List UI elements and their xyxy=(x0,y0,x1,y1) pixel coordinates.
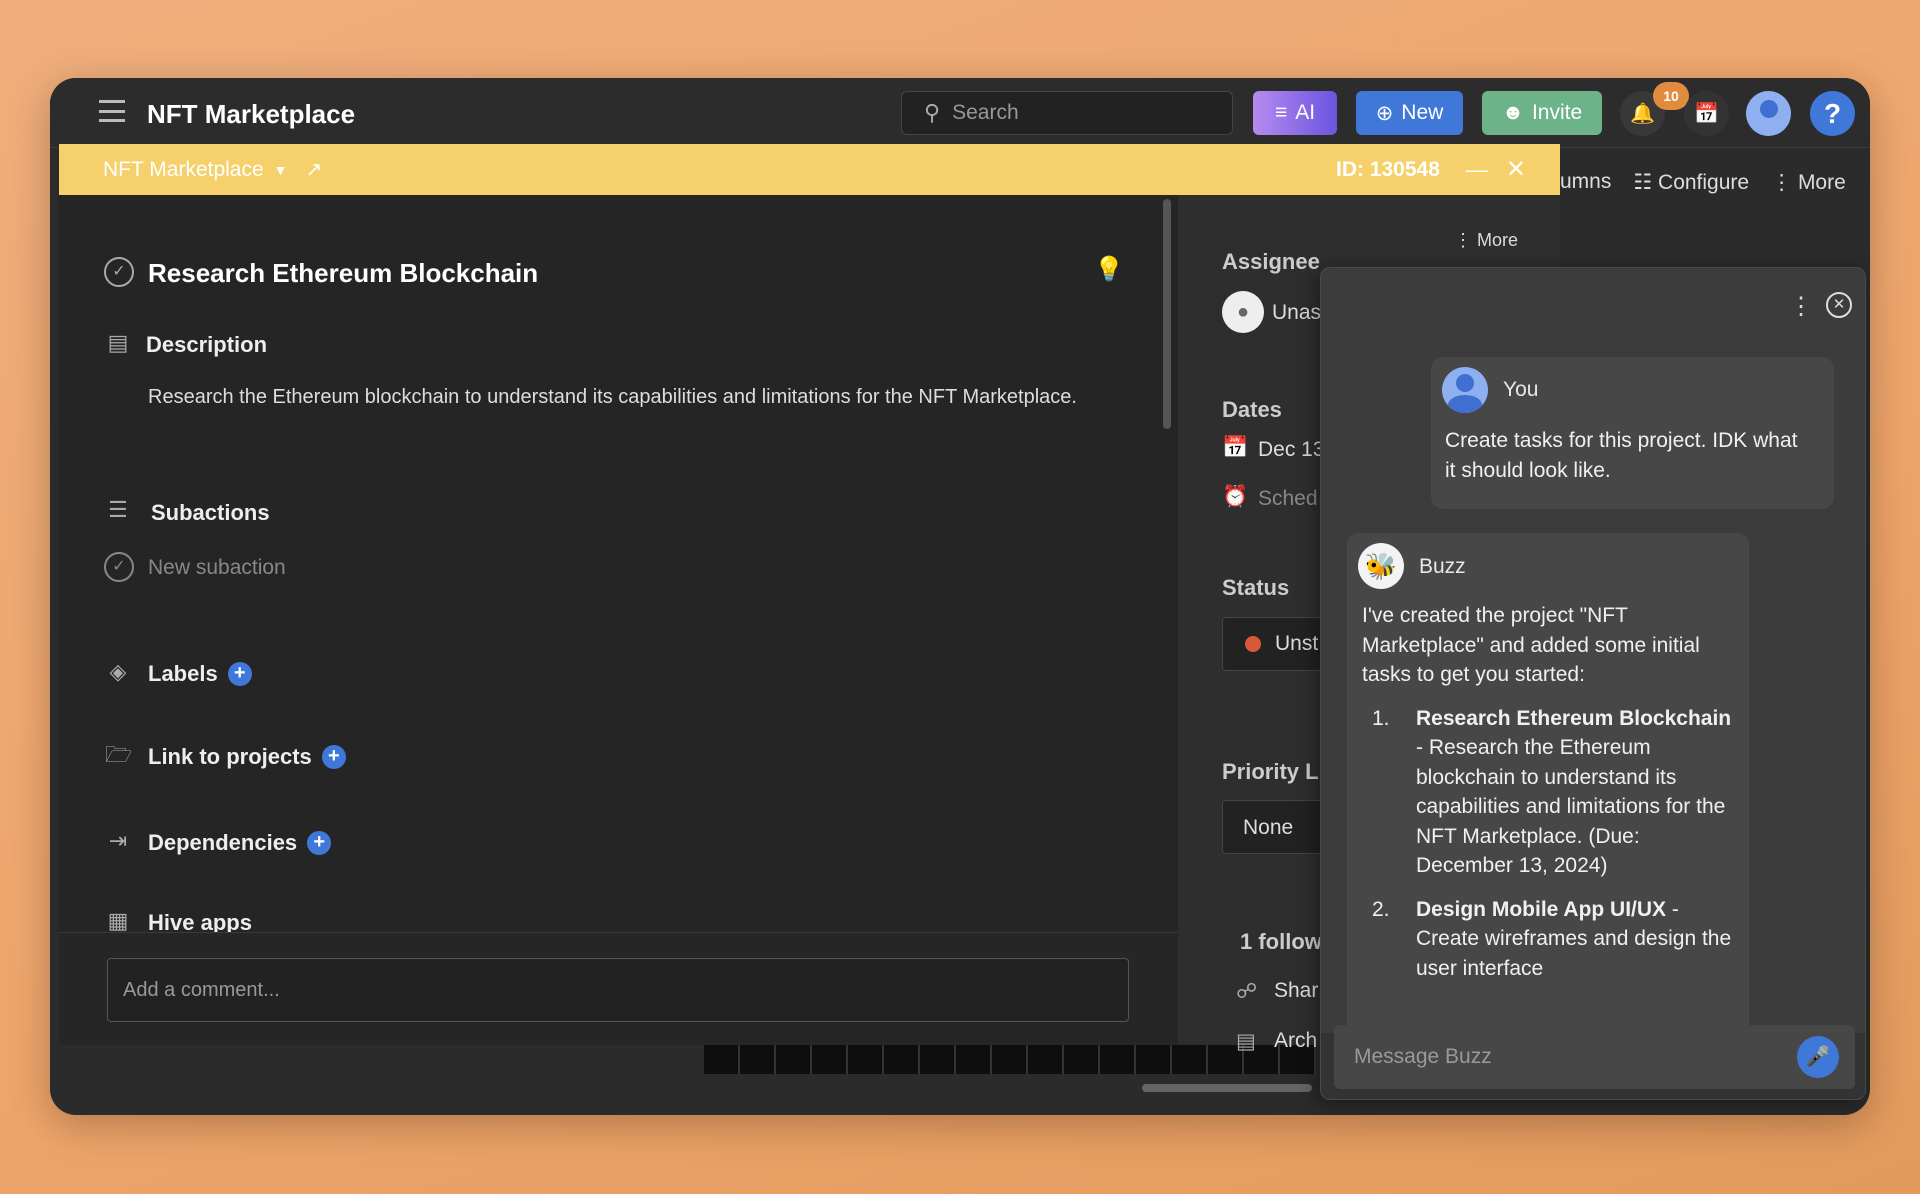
buzz-intro: I've created the project "NFT Marketplac… xyxy=(1362,604,1700,686)
complete-checkbox-icon[interactable]: ✓ xyxy=(104,257,134,287)
ai-button[interactable]: ≡ AI xyxy=(1253,91,1337,135)
buzz-name: Buzz xyxy=(1419,555,1466,578)
status-heading: Status xyxy=(1222,575,1290,600)
dates-heading: Dates xyxy=(1222,397,1282,422)
help-button[interactable]: ? xyxy=(1810,91,1855,136)
plus-circle-icon: ⊕ xyxy=(1375,101,1394,125)
task-title[interactable]: Research Ethereum Blockchain xyxy=(148,258,538,289)
app-title: NFT Marketplace xyxy=(147,99,356,129)
share-icon: ☍ xyxy=(1236,980,1258,1003)
share-button[interactable]: Shar xyxy=(1274,979,1318,1003)
tag-icon: ◈ xyxy=(109,659,127,684)
horizontal-scrollbar[interactable] xyxy=(1142,1084,1312,1092)
external-link-icon[interactable]: ↗ xyxy=(306,157,323,182)
new-button[interactable]: ⊕ New xyxy=(1356,91,1463,135)
subaction-check-icon: ✓ xyxy=(104,552,134,582)
vertical-scrollbar[interactable] xyxy=(1163,199,1171,429)
notification-badge: 10 xyxy=(1653,82,1689,110)
configure-button[interactable]: ☷ Configure xyxy=(1633,170,1749,195)
close-button[interactable]: ✕ xyxy=(1506,155,1526,184)
description-text[interactable]: Research the Ethereum blockchain to unde… xyxy=(148,382,1108,412)
labels-row[interactable]: Labels + xyxy=(148,661,252,687)
dependencies-row[interactable]: Dependencies + xyxy=(148,830,332,856)
top-bar: NFT Marketplace ⚲ Search ≡ AI ⊕ New ☻ Invit… xyxy=(50,78,1870,148)
archive-button[interactable]: Arch xyxy=(1274,1029,1317,1053)
caret-down-icon: ▼ xyxy=(273,161,288,178)
hive-apps-heading: Hive apps xyxy=(148,910,252,932)
assignee-avatar[interactable]: ● xyxy=(1222,291,1264,333)
due-date[interactable]: Dec 13 xyxy=(1258,438,1325,462)
app-window: NFT Marketplace ⚲ Search ≡ AI ⊕ New ☻ Invit… xyxy=(50,78,1870,1115)
description-icon: ▤ xyxy=(107,330,129,355)
new-subaction-input[interactable]: New subaction xyxy=(148,556,286,580)
buzz-message: 🐝 Buzz I've created the project "NFT Mar… xyxy=(1347,533,1749,1033)
more-button[interactable]: ⋮ More xyxy=(1771,170,1846,195)
hamburger-menu-icon[interactable] xyxy=(99,100,125,122)
columns-button[interactable]: umns xyxy=(1560,170,1611,195)
task-header-bar: NFT Marketplace ▼ ↗ ID: 130548 — ✕ xyxy=(59,144,1560,195)
buzz-avatar: 🐝 xyxy=(1358,543,1404,589)
minimize-button[interactable]: — xyxy=(1466,157,1488,183)
calendar-button[interactable]: 📅 xyxy=(1684,91,1729,136)
background-timeline xyxy=(704,1045,1316,1074)
add-project-link-button[interactable]: + xyxy=(321,745,346,769)
task-id: ID: 130548 xyxy=(1335,157,1440,181)
background-toolbar: umns ☷ Configure ⋮ More xyxy=(1560,170,1846,195)
followers-count[interactable]: 1 follow xyxy=(1240,929,1322,955)
sidebar-more-button[interactable]: ⋮ More xyxy=(1454,230,1518,251)
user-name: You xyxy=(1503,378,1539,401)
task-list: 1. Research Ethereum Blockchain - Researc… xyxy=(1362,704,1737,984)
task-details: ✓ Research Ethereum Blockchain 💡 ▤ Descr… xyxy=(59,195,1178,1045)
link-projects-row[interactable]: Link to projects + xyxy=(148,744,346,770)
add-label-button[interactable]: + xyxy=(227,662,252,686)
chat-options-icon[interactable]: ⋮ xyxy=(1789,292,1813,321)
bell-icon: 🔔 xyxy=(1630,103,1655,125)
buzz-message-body: I've created the project "NFT Marketplac… xyxy=(1362,601,1737,997)
apps-grid-icon: ▦ xyxy=(107,908,129,933)
buzz-chat-panel: ⋮ ✕ You Create tasks for this project. I… xyxy=(1320,267,1866,1100)
calendar-icon: 📅 xyxy=(1222,436,1249,459)
search-icon: ⚲ xyxy=(924,100,941,125)
folder-icon: 🗁 xyxy=(105,742,133,767)
sliders-icon: ☷ xyxy=(1633,171,1659,194)
search-input[interactable]: ⚲ Search xyxy=(901,91,1233,135)
chat-close-button[interactable]: ✕ xyxy=(1826,292,1852,318)
user-message: You Create tasks for this project. IDK w… xyxy=(1431,357,1834,509)
dependency-icon: ⇥ xyxy=(108,828,128,853)
project-dropdown[interactable]: NFT Marketplace ▼ xyxy=(103,158,288,182)
description-heading: Description xyxy=(146,332,268,357)
comment-input[interactable]: Add a comment... xyxy=(107,958,1129,1022)
comment-area: Add a comment... xyxy=(59,932,1178,1045)
archive-icon: ▤ xyxy=(1236,1030,1256,1053)
add-user-icon: ☻ xyxy=(1501,101,1524,124)
alarm-icon: ⏰ xyxy=(1222,485,1249,508)
subactions-heading: Subactions xyxy=(151,500,270,525)
microphone-button[interactable]: 🎤 xyxy=(1797,1036,1839,1078)
task-list-item: 1. Research Ethereum Blockchain - Researc… xyxy=(1372,706,1732,878)
assignee-value[interactable]: Unas xyxy=(1272,301,1321,325)
microphone-icon: 🎤 xyxy=(1805,1046,1831,1068)
add-dependency-button[interactable]: + xyxy=(307,831,332,855)
user-avatar[interactable] xyxy=(1746,91,1791,136)
user-message-text: Create tasks for this project. IDK what … xyxy=(1445,429,1798,482)
priority-heading: Priority L xyxy=(1222,759,1319,784)
task-list-item: 2. Design Mobile App UI/UX - Create wiref… xyxy=(1372,897,1732,980)
user-message-avatar xyxy=(1442,367,1488,413)
status-dot xyxy=(1245,636,1261,652)
calendar-icon: 📅 xyxy=(1694,103,1719,125)
message-input[interactable]: Message Buzz xyxy=(1334,1025,1855,1089)
ai-icon: ≡ xyxy=(1274,101,1288,124)
list-icon: ☰ xyxy=(108,497,128,522)
invite-button[interactable]: ☻ Invite xyxy=(1482,91,1602,135)
assignee-heading: Assignee xyxy=(1222,249,1320,274)
lightbulb-icon[interactable]: 💡 xyxy=(1094,255,1124,284)
schedule-button[interactable]: Sched xyxy=(1258,487,1318,511)
